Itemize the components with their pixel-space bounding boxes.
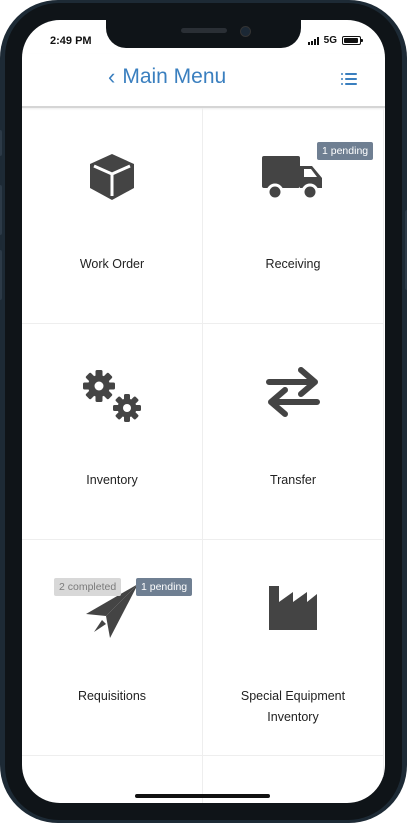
tile-label: Inventory	[86, 473, 138, 487]
arrows-exchange-icon	[266, 367, 320, 417]
cube-icon	[90, 154, 134, 200]
back-button[interactable]: ‹ Main Menu	[108, 65, 226, 89]
phone-frame: 2:49 PM 5G ‹ Main Menu Work Order 1 pend…	[0, 0, 407, 823]
tile-label: Work Order	[79, 257, 145, 271]
completed-badge: 2 completed	[54, 578, 122, 596]
pending-badge: 1 pending	[136, 578, 193, 596]
tile-special-equipment-inventory[interactable]: Special Equipment Inventory	[203, 540, 384, 756]
mute-switch	[0, 130, 2, 156]
home-indicator	[135, 794, 270, 798]
app-header: ‹ Main Menu	[22, 54, 385, 108]
tile-label: Transfer	[269, 473, 317, 487]
volume-up-button	[0, 185, 2, 235]
pending-badge: 1 pending	[317, 142, 374, 160]
tile-label: Receiving	[265, 257, 321, 271]
status-indicators: 5G	[307, 35, 363, 46]
volume-down-button	[0, 250, 2, 300]
tile-work-order[interactable]: Work Order	[22, 108, 203, 324]
tile-label: Requisitions	[77, 689, 147, 703]
signal-icon	[307, 36, 319, 45]
page-title: Main Menu	[122, 65, 227, 88]
speaker	[181, 28, 227, 33]
tile-label: Special Equipment Inventory	[240, 689, 346, 724]
list-menu-button[interactable]	[341, 73, 357, 85]
notch	[106, 20, 301, 48]
network-label: 5G	[323, 35, 337, 46]
battery-icon	[342, 36, 363, 45]
tile-receiving[interactable]: 1 pending Receiving	[203, 108, 384, 324]
factory-icon	[269, 586, 317, 630]
camera	[240, 26, 251, 37]
tile-transfer[interactable]: Transfer	[203, 324, 384, 540]
status-time: 2:49 PM	[50, 35, 92, 47]
screen: 2:49 PM 5G ‹ Main Menu Work Order 1 pend…	[22, 20, 385, 803]
tile-inventory[interactable]: Inventory	[22, 324, 203, 540]
gears-icon	[83, 370, 141, 422]
chevron-left-icon: ‹	[108, 64, 116, 89]
tile-requisitions[interactable]: 2 completed 1 pending Requisitions	[22, 540, 203, 756]
